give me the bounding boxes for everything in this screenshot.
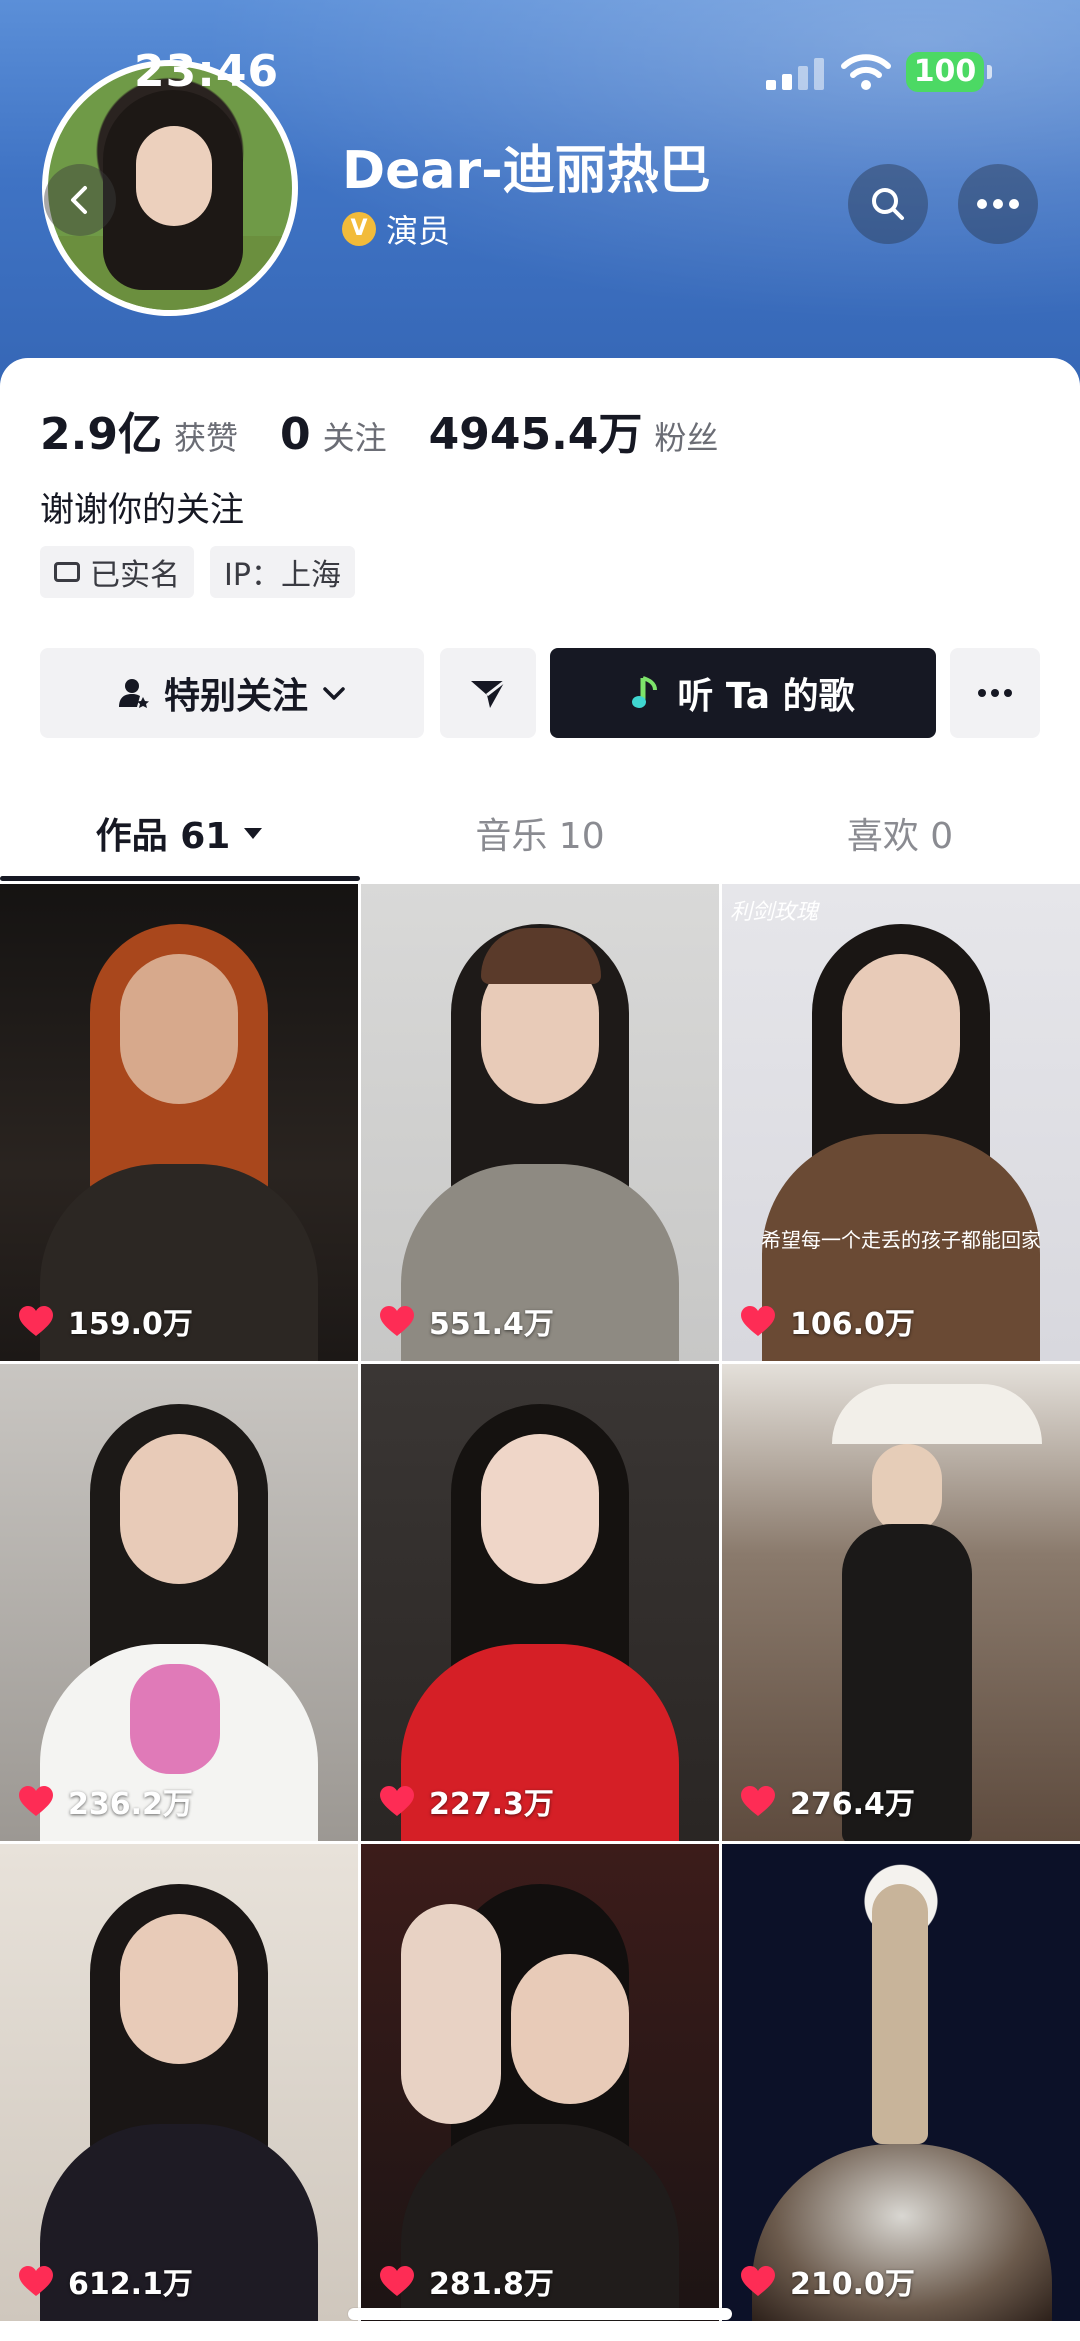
chevron-down-icon: [323, 687, 345, 700]
video-likes-count: 281.8万: [429, 2267, 554, 2302]
verified-badge: V 演员: [342, 206, 450, 252]
verified-icon: V: [342, 212, 376, 246]
back-button[interactable]: [44, 164, 116, 236]
profile-tags: 已实名 IP：上海: [40, 546, 371, 598]
video-likes-count: 159.0万: [68, 1307, 193, 1342]
heart-icon: [19, 2266, 53, 2296]
real-name-label: 已实名: [90, 558, 180, 593]
video-likes: 276.4万: [740, 1779, 915, 1823]
video-likes-count: 612.1万: [68, 2267, 193, 2302]
search-button[interactable]: [848, 164, 928, 244]
video-likes: 612.1万: [18, 2259, 193, 2303]
video-likes: 227.3万: [379, 1779, 554, 1823]
heart-icon: [741, 1306, 775, 1336]
video-thumbnail[interactable]: 281.8万: [361, 1844, 719, 2321]
active-tab-indicator: [0, 876, 360, 881]
video-likes-count: 210.0万: [790, 2267, 915, 2302]
tab-music-label: 音乐 10: [475, 816, 605, 857]
more-options-button[interactable]: [958, 164, 1038, 244]
heart-icon: [741, 2266, 775, 2296]
listen-music-label: 听 Ta 的歌: [677, 676, 855, 717]
video-likes: 281.8万: [379, 2259, 554, 2303]
special-follow-label: 特别关注: [163, 676, 308, 717]
wifi-icon: [841, 54, 891, 90]
likes-label[interactable]: 获赞: [174, 413, 238, 459]
video-likes: 210.0万: [740, 2259, 915, 2303]
tab-likes-label: 喜欢 0: [846, 816, 954, 857]
heart-icon: [380, 1306, 414, 1336]
cellular-signal-icon: [766, 56, 824, 90]
video-thumbnail[interactable]: 236.2万: [0, 1364, 358, 1841]
followers-count[interactable]: 4945.4万: [429, 398, 643, 462]
tab-works[interactable]: 作品 61: [0, 788, 360, 878]
paper-plane-icon: [471, 679, 506, 708]
ip-location-tag: IP：上海: [210, 546, 355, 598]
user-star-icon: [118, 679, 149, 708]
listen-music-button[interactable]: 听 Ta 的歌: [550, 648, 936, 738]
video-likes: 159.0万: [18, 1299, 193, 1343]
video-thumbnail[interactable]: 227.3万: [361, 1364, 719, 1841]
video-likes-count: 106.0万: [790, 1307, 915, 1342]
video-likes-count: 551.4万: [429, 1307, 554, 1342]
video-likes-count: 236.2万: [68, 1787, 193, 1822]
home-indicator[interactable]: [348, 2308, 732, 2320]
video-thumbnail[interactable]: 210.0万: [722, 1844, 1080, 2321]
video-likes-count: 276.4万: [790, 1787, 915, 1822]
following-label[interactable]: 关注: [323, 413, 387, 459]
verified-label: 演员: [386, 212, 451, 250]
ip-location-label: IP：上海: [224, 558, 341, 593]
more-dots-icon: [977, 199, 1019, 209]
tab-likes[interactable]: 喜欢 0: [720, 788, 1080, 878]
special-follow-button[interactable]: 特别关注: [40, 648, 424, 738]
chevron-left-icon: [71, 186, 87, 214]
battery-indicator: 100: [906, 52, 992, 92]
video-likes-count: 227.3万: [429, 1787, 554, 1822]
content-tabs: 作品 61 音乐 10 喜欢 0: [0, 788, 1080, 878]
video-thumbnail[interactable]: 利剑玫瑰 希望每一个走丢的孩子都能回家 106.0万: [722, 884, 1080, 1361]
video-overlay-title: 利剑玫瑰: [730, 900, 819, 925]
video-thumbnail[interactable]: 159.0万: [0, 884, 358, 1361]
heart-icon: [741, 1786, 775, 1816]
video-likes: 551.4万: [379, 1299, 554, 1343]
search-icon: [872, 188, 904, 220]
id-card-icon: [54, 562, 80, 582]
video-likes: 106.0万: [740, 1299, 915, 1343]
video-thumbnail[interactable]: 551.4万: [361, 884, 719, 1361]
heart-icon: [380, 1786, 414, 1816]
status-time: 23:46: [134, 46, 280, 97]
followers-label[interactable]: 粉丝: [654, 413, 718, 459]
more-actions-button[interactable]: [950, 648, 1040, 738]
likes-count[interactable]: 2.9亿: [40, 398, 162, 462]
video-likes: 236.2万: [18, 1779, 193, 1823]
tab-works-label: 作品 61: [95, 816, 231, 857]
action-bar: 特别关注 听 Ta 的歌: [40, 648, 1040, 738]
real-name-tag: 已实名: [40, 546, 194, 598]
tab-music[interactable]: 音乐 10: [360, 788, 720, 878]
video-caption: 希望每一个走丢的孩子都能回家: [761, 1228, 1041, 1252]
video-thumbnail[interactable]: 612.1万: [0, 1844, 358, 2321]
heart-icon: [19, 1306, 53, 1336]
caret-down-icon: [244, 828, 263, 839]
profile-stats: 2.9亿 获赞 0 关注 4945.4万 粉丝: [40, 398, 760, 462]
more-dots-icon: [978, 689, 1012, 697]
following-count[interactable]: 0: [280, 409, 311, 460]
send-message-button[interactable]: [440, 648, 536, 738]
heart-icon: [380, 2266, 414, 2296]
music-note-icon: [632, 676, 658, 708]
heart-icon: [19, 1786, 53, 1816]
video-thumbnail[interactable]: 276.4万: [722, 1364, 1080, 1841]
status-bar: 23:46 100: [0, 0, 1080, 140]
profile-bio: 谢谢你的关注: [40, 490, 244, 530]
